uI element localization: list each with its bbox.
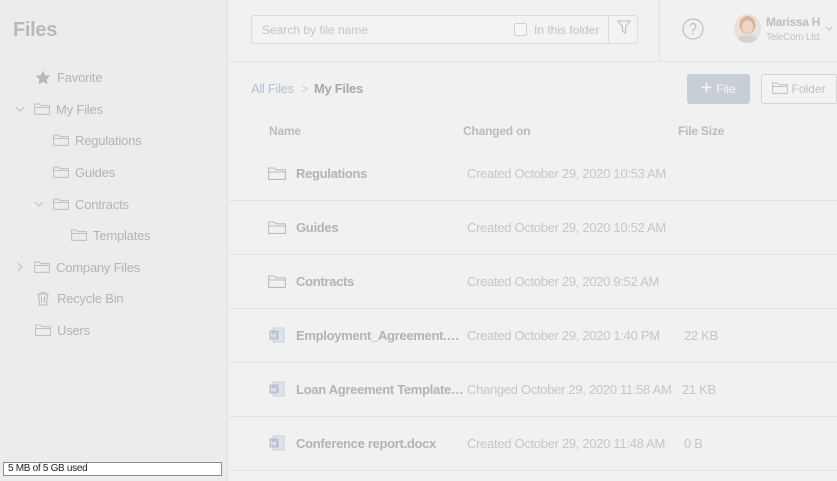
add-folder-button[interactable]: Folder <box>761 74 837 104</box>
sidebar-item-label: Templates <box>93 227 151 243</box>
folder-icon <box>53 133 69 147</box>
row-date: Created October 29, 2020 9:52 AM <box>467 274 660 289</box>
sidebar-item-favorite[interactable]: Favorite <box>35 65 103 89</box>
sidebar-item-contracts[interactable]: Contracts <box>33 192 129 216</box>
word-document-icon <box>268 381 286 397</box>
table-row[interactable]: Contracts Created October 29, 2020 9:52 … <box>229 255 837 309</box>
row-name[interactable]: Conference report.docx <box>296 436 466 451</box>
row-name[interactable]: Employment_Agreement.docx <box>296 328 466 343</box>
breadcrumb-current: My Files <box>314 81 363 96</box>
user-name[interactable]: Marissa H <box>766 15 820 29</box>
filter-icon <box>616 19 631 40</box>
chevron-down-icon[interactable] <box>14 103 26 115</box>
row-date: Created October 29, 2020 10:52 AM <box>467 220 666 235</box>
sidebar-item-regulations[interactable]: Regulations <box>53 128 142 152</box>
sidebar-item-label: My Files <box>56 101 103 117</box>
sidebar: Files Favorite My Files Regulations Guid… <box>0 0 228 481</box>
column-header-size[interactable]: File Size <box>678 124 724 138</box>
sidebar-item-company-files[interactable]: Company Files <box>14 255 140 279</box>
chevron-down-icon[interactable] <box>33 198 45 210</box>
table-row[interactable]: Regulations Created October 29, 2020 10:… <box>229 147 837 201</box>
search-box: In this folder <box>251 15 638 44</box>
folder-icon <box>268 219 286 235</box>
add-file-button[interactable]: File <box>687 74 750 104</box>
column-header-name[interactable]: Name <box>269 124 301 138</box>
sidebar-item-my-files[interactable]: My Files <box>14 97 103 121</box>
sidebar-item-guides[interactable]: Guides <box>53 160 115 184</box>
storage-usage: 5 MB of 5 GB used <box>3 462 222 476</box>
sidebar-item-users[interactable]: Users <box>35 318 90 342</box>
folder-icon <box>35 323 51 337</box>
folder-icon <box>268 273 286 289</box>
sidebar-item-label: Recycle Bin <box>57 290 124 306</box>
row-name[interactable]: Guides <box>296 220 466 235</box>
row-date: Created October 29, 2020 10:53 AM <box>467 166 666 181</box>
help-icon <box>682 18 704 44</box>
avatar[interactable] <box>734 14 761 43</box>
sidebar-item-label: Regulations <box>75 132 142 148</box>
row-size: 21 KB <box>682 382 716 397</box>
add-folder-label: Folder <box>791 82 826 96</box>
table-row[interactable]: Conference report.docx Created October 2… <box>229 417 837 471</box>
help-button[interactable] <box>682 18 704 40</box>
app-title: Files <box>13 19 58 41</box>
row-name[interactable]: Contracts <box>296 274 466 289</box>
sidebar-item-label: Favorite <box>57 69 103 85</box>
row-name[interactable]: Regulations <box>296 166 466 181</box>
trash-icon <box>35 291 51 306</box>
user-org: TeleCom Ltd. <box>766 32 822 43</box>
table-header: Name Changed on File Size <box>229 116 837 146</box>
folder-icon <box>71 228 87 242</box>
row-date: Changed October 29, 2020 11:58 AM <box>467 382 672 397</box>
folder-icon <box>34 102 50 116</box>
row-date: Created October 29, 2020 11:48 AM <box>467 436 665 451</box>
word-document-icon <box>268 327 286 343</box>
folder-icon <box>53 197 69 211</box>
row-size: 22 KB <box>684 328 718 343</box>
in-folder-label: In this folder <box>534 23 600 37</box>
folder-icon <box>268 165 286 181</box>
column-header-changed[interactable]: Changed on <box>463 124 531 138</box>
folder-icon <box>34 260 50 274</box>
chevron-right-icon[interactable] <box>14 261 26 273</box>
table-row[interactable]: Employment_Agreement.docx Created Octobe… <box>229 309 837 363</box>
top-bar: In this folder Marissa H TeleCom Ltd. <box>229 0 837 62</box>
sidebar-item-templates[interactable]: Templates <box>71 223 151 247</box>
topbar-divider <box>659 0 660 62</box>
breadcrumb-root-link[interactable]: All Files <box>251 81 294 96</box>
filter-button[interactable] <box>608 15 638 44</box>
plus-icon <box>701 82 712 96</box>
row-name[interactable]: Loan Agreement Template.docx <box>296 382 466 397</box>
sidebar-item-label: Users <box>57 322 90 338</box>
sidebar-item-recycle-bin[interactable]: Recycle Bin <box>35 286 124 310</box>
sidebar-item-label: Company Files <box>56 259 141 275</box>
chevron-down-icon[interactable] <box>825 18 833 36</box>
in-folder-checkbox[interactable] <box>514 23 527 36</box>
sidebar-item-label: Guides <box>75 164 115 180</box>
breadcrumb-separator: > <box>301 81 309 96</box>
word-document-icon <box>268 435 286 451</box>
folder-icon <box>772 82 789 97</box>
search-input[interactable] <box>262 22 502 38</box>
row-date: Created October 29, 2020 1:40 PM <box>467 328 660 343</box>
row-size: 0 B <box>684 436 703 451</box>
folder-icon <box>53 165 69 179</box>
table-row[interactable]: Guides Created October 29, 2020 10:52 AM <box>229 201 837 255</box>
star-icon <box>35 70 51 84</box>
table-row[interactable]: Loan Agreement Template.docx Changed Oct… <box>229 363 837 417</box>
add-file-label: File <box>716 82 736 96</box>
sidebar-item-label: Contracts <box>75 196 129 212</box>
